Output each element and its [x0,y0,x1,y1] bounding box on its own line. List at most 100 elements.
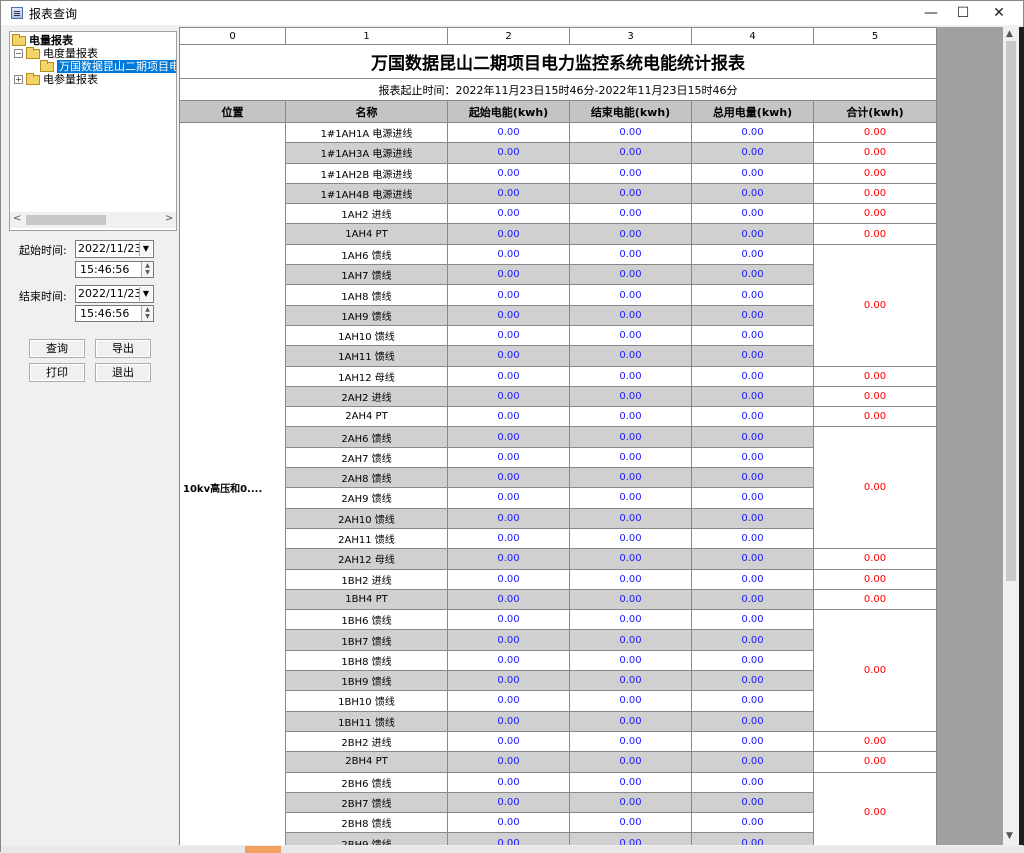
name-cell[interactable]: 1BH7 馈线 [285,629,448,651]
end-energy-cell[interactable]: 0.00 [569,588,692,611]
sum-cell[interactable]: 0.00 [813,223,937,245]
total-usage-cell[interactable]: 0.00 [691,548,814,570]
end-energy-cell[interactable]: 0.00 [569,629,692,651]
table-row[interactable]: 1BH4 PT 0.00 0.00 0.00 0.00 [180,588,937,611]
start-energy-cell[interactable]: 0.00 [447,791,570,814]
start-energy-cell[interactable]: 0.00 [447,243,570,266]
end-date-picker[interactable]: 2022/11/23 ▼ [75,285,154,303]
total-usage-cell[interactable]: 0.00 [691,345,814,367]
start-energy-cell[interactable]: 0.00 [447,487,570,509]
column-index[interactable]: 1 [285,27,448,45]
start-energy-cell[interactable]: 0.00 [447,812,570,834]
end-energy-cell[interactable]: 0.00 [569,121,692,144]
start-energy-cell[interactable]: 0.00 [447,284,570,306]
start-energy-cell[interactable]: 0.00 [447,588,570,611]
total-usage-cell[interactable]: 0.00 [691,487,814,509]
total-usage-cell[interactable]: 0.00 [691,142,814,164]
start-energy-cell[interactable]: 0.00 [447,568,570,590]
end-energy-cell[interactable]: 0.00 [569,284,692,306]
start-energy-cell[interactable]: 0.00 [447,609,570,631]
column-index[interactable]: 2 [447,27,570,45]
total-usage-cell[interactable]: 0.00 [691,751,814,773]
end-energy-cell[interactable]: 0.00 [569,568,692,590]
name-cell[interactable]: 2AH6 馈线 [285,426,448,448]
total-usage-cell[interactable]: 0.00 [691,791,814,814]
header-start-energy[interactable]: 起始电能(kwh) [447,100,570,123]
start-energy-cell[interactable]: 0.00 [447,182,570,205]
start-energy-cell[interactable]: 0.00 [447,629,570,651]
end-energy-cell[interactable]: 0.00 [569,406,692,428]
export-button[interactable]: 导出 [95,339,151,358]
sum-cell[interactable]: 0.00 [813,730,937,753]
end-energy-cell[interactable]: 0.00 [569,345,692,367]
scroll-right-icon[interactable]: > [165,213,173,224]
dropdown-arrow-icon[interactable]: ▼ [139,287,152,301]
end-energy-cell[interactable]: 0.00 [569,203,692,225]
end-time-input[interactable]: 15:46:56 ▲ ▼ [75,305,154,322]
table-row[interactable]: 1#1AH4B 电源进线 0.00 0.00 0.00 0.00 [180,182,937,205]
start-date-picker[interactable]: 2022/11/23 ▼ [75,240,154,258]
end-energy-cell[interactable]: 0.00 [569,243,692,266]
start-energy-cell[interactable]: 0.00 [447,690,570,712]
total-usage-cell[interactable]: 0.00 [691,527,814,550]
table-row[interactable]: 1BH2 进线 0.00 0.00 0.00 0.00 [180,568,937,590]
name-cell[interactable]: 1#1AH4B 电源进线 [285,182,448,205]
start-energy-cell[interactable]: 0.00 [447,365,570,387]
name-cell[interactable]: 2AH12 母线 [285,548,448,570]
name-cell[interactable]: 1AH4 PT [285,223,448,245]
start-energy-cell[interactable]: 0.00 [447,203,570,225]
start-energy-cell[interactable]: 0.00 [447,670,570,692]
name-cell[interactable]: 1AH10 馈线 [285,324,448,347]
scroll-thumb[interactable] [1006,41,1016,581]
end-energy-cell[interactable]: 0.00 [569,223,692,245]
start-energy-cell[interactable]: 0.00 [447,548,570,570]
sum-cell[interactable]: 0.00 [813,568,937,590]
table-row[interactable]: 1#1AH2B 电源进线 0.00 0.00 0.00 0.00 [180,162,937,184]
name-cell[interactable]: 2AH2 进线 [285,385,448,408]
table-row[interactable]: 2BH4 PT 0.00 0.00 0.00 0.00 [180,751,937,773]
total-usage-cell[interactable]: 0.00 [691,670,814,692]
total-usage-cell[interactable]: 0.00 [691,609,814,631]
sum-cell[interactable]: 0.00 [813,203,937,225]
end-energy-cell[interactable]: 0.00 [569,730,692,753]
total-usage-cell[interactable]: 0.00 [691,365,814,387]
total-usage-cell[interactable]: 0.00 [691,121,814,144]
query-button[interactable]: 查询 [29,339,85,358]
name-cell[interactable]: 1#1AH3A 电源进线 [285,142,448,164]
column-index[interactable]: 4 [691,27,814,45]
end-energy-cell[interactable]: 0.00 [569,446,692,469]
sum-cell[interactable]: 0.00 [813,548,937,570]
header-total-usage[interactable]: 总用电量(kwh) [691,100,814,123]
table-row[interactable]: 1AH6 馈线 0.00 0.00 0.00 0.00 [180,243,937,367]
name-cell[interactable]: 2AH7 馈线 [285,446,448,469]
start-energy-cell[interactable]: 0.00 [447,751,570,773]
total-usage-cell[interactable]: 0.00 [691,284,814,306]
start-energy-cell[interactable]: 0.00 [447,264,570,286]
total-usage-cell[interactable]: 0.00 [691,649,814,672]
total-usage-cell[interactable]: 0.00 [691,446,814,469]
table-row[interactable]: 1AH2 进线 0.00 0.00 0.00 0.00 [180,203,937,225]
name-cell[interactable]: 2AH10 馈线 [285,507,448,529]
total-usage-cell[interactable]: 0.00 [691,385,814,408]
total-usage-cell[interactable]: 0.00 [691,588,814,611]
name-cell[interactable]: 1#1AH1A 电源进线 [285,121,448,144]
report-tree[interactable]: 电量报表 − 电度量报表 万国数据昆山二期项目电 + 电参量报表 < > [9,31,177,231]
table-row[interactable]: 1AH4 PT 0.00 0.00 0.00 0.00 [180,223,937,245]
start-energy-cell[interactable]: 0.00 [447,385,570,408]
start-energy-cell[interactable]: 0.00 [447,304,570,326]
name-cell[interactable]: 1BH10 馈线 [285,690,448,712]
total-usage-cell[interactable]: 0.00 [691,812,814,834]
end-energy-cell[interactable]: 0.00 [569,527,692,550]
total-usage-cell[interactable]: 0.00 [691,710,814,732]
table-row[interactable]: 2AH2 进线 0.00 0.00 0.00 0.00 [180,385,937,408]
name-cell[interactable]: 1AH8 馈线 [285,284,448,306]
table-row[interactable]: 1#1AH3A 电源进线 0.00 0.00 0.00 0.00 [180,142,937,164]
start-energy-cell[interactable]: 0.00 [447,345,570,367]
close-button[interactable]: ✕ [981,1,1017,25]
column-index[interactable]: 0 [179,27,286,45]
end-energy-cell[interactable]: 0.00 [569,487,692,509]
name-cell[interactable]: 2BH4 PT [285,751,448,773]
name-cell[interactable]: 2BH9 馈线 [285,832,448,845]
header-end-energy[interactable]: 结束电能(kwh) [569,100,692,123]
start-energy-cell[interactable]: 0.00 [447,406,570,428]
